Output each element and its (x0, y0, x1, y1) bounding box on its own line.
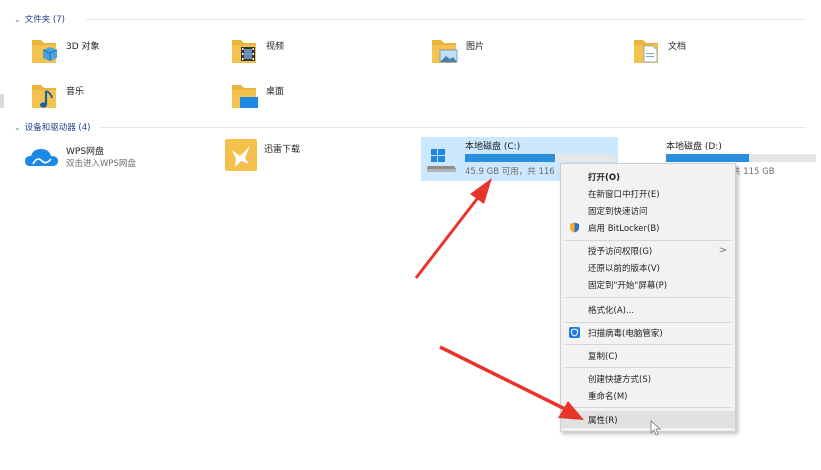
red-arrow-to-properties (439, 345, 584, 420)
red-arrow-to-drive-c (414, 178, 492, 279)
annotation-arrows (414, 178, 662, 436)
mouse-cursor-icon (650, 420, 662, 436)
